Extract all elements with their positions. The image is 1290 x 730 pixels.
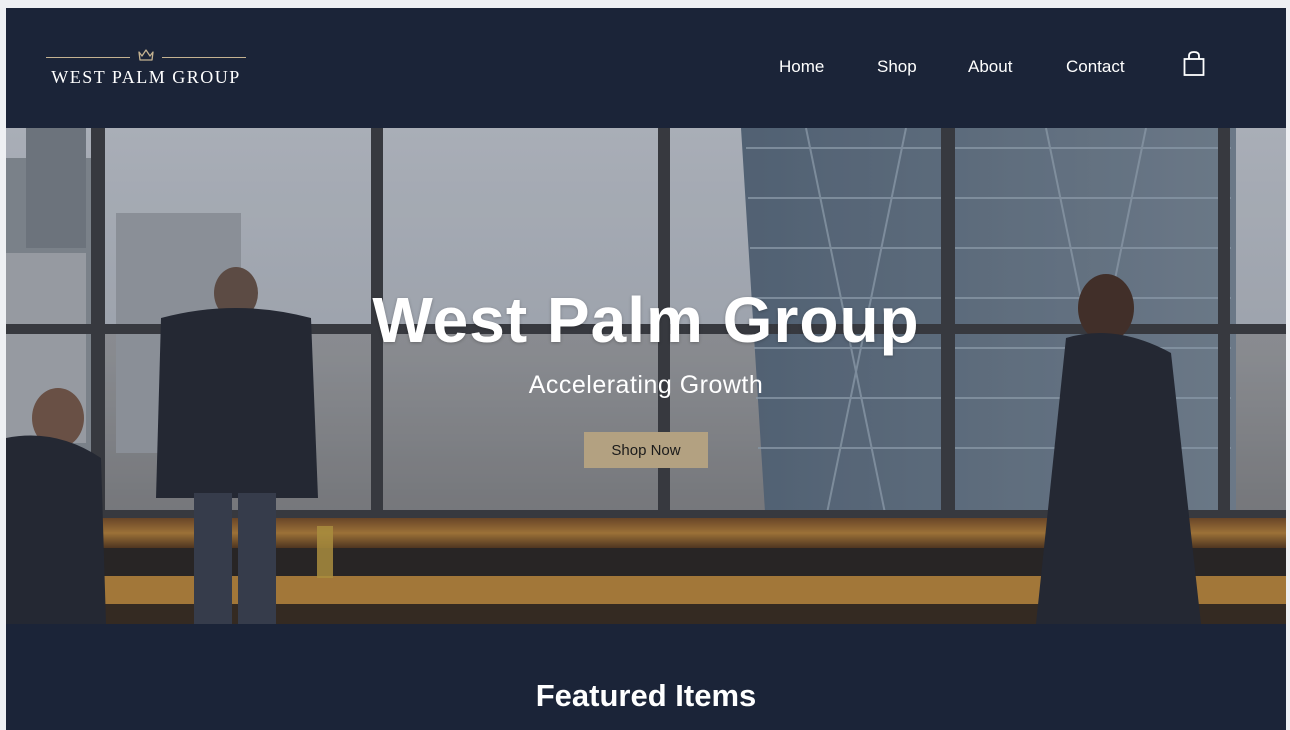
featured-section: Featured Items: [6, 624, 1286, 730]
logo-rule-right: [162, 57, 246, 58]
featured-title: Featured Items: [535, 678, 757, 713]
nav-shop[interactable]: Shop: [877, 57, 917, 77]
logo-rule-left: [46, 57, 130, 58]
shop-now-button[interactable]: Shop Now: [584, 432, 708, 468]
site-header: West Palm Group Home Shop About Contact: [6, 8, 1286, 128]
nav-contact[interactable]: Contact: [1066, 57, 1125, 77]
site-frame: West Palm Group Home Shop About Contact: [6, 8, 1286, 730]
crown-icon: [138, 49, 154, 61]
hero-title: West Palm Group: [372, 284, 920, 356]
logo-wordmark: West Palm Group: [51, 67, 241, 87]
shopping-bag-icon[interactable]: [1183, 51, 1205, 77]
nav-about[interactable]: About: [968, 57, 1012, 77]
nav-home[interactable]: Home: [779, 57, 824, 77]
hero-subtitle: Accelerating Growth: [528, 371, 764, 399]
site-logo[interactable]: West Palm Group: [46, 48, 246, 92]
hero-banner: West Palm Group Accelerating Growth Shop…: [6, 128, 1286, 624]
